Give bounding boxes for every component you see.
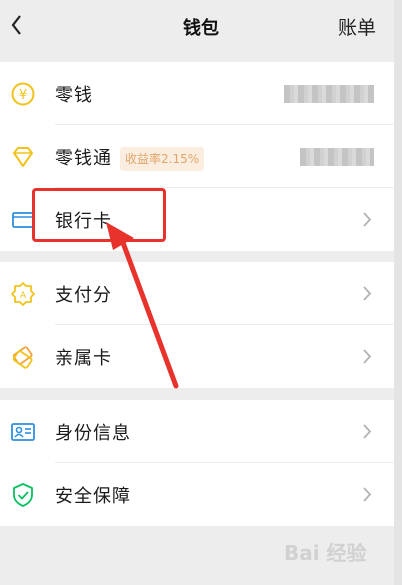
yield-badge: 收益率2.15% (120, 147, 205, 171)
chevron-right-icon (363, 286, 372, 301)
shield-check-icon (13, 483, 33, 507)
chevron-right-icon (363, 424, 372, 439)
svg-text:A: A (20, 291, 27, 301)
row-label: 零钱通 (55, 148, 112, 169)
nav-bar: 钱包 账单 (0, 0, 402, 52)
row-change[interactable]: ¥ 零钱 (0, 62, 394, 125)
row-label: 亲属卡 (55, 348, 112, 369)
row-identity[interactable]: 身份信息 (0, 400, 394, 463)
edge-strip (394, 0, 402, 585)
bill-link[interactable]: 账单 (338, 13, 376, 40)
row-pay-score[interactable]: A 支付分 (0, 262, 394, 325)
row-label: 零钱 (55, 85, 93, 106)
highlight-box (32, 188, 166, 242)
row-family-card[interactable]: 亲属卡 (0, 325, 394, 388)
chevron-right-icon (363, 349, 372, 364)
row-change-plus[interactable]: 零钱通 收益率2.15% (0, 125, 394, 188)
chevron-right-icon (363, 212, 372, 227)
account-group: 身份信息 安全保障 (0, 400, 394, 526)
row-security[interactable]: 安全保障 (0, 463, 394, 526)
yen-coin-icon: ¥ (11, 82, 35, 106)
score-badge-icon: A (11, 282, 35, 306)
blurred-amount (284, 85, 374, 103)
services-group: A 支付分 亲属卡 (0, 262, 394, 388)
family-card-icon (12, 346, 33, 369)
row-label: 身份信息 (55, 423, 131, 444)
chevron-right-icon (363, 487, 372, 502)
watermark-logo: Bai 经验 (284, 541, 367, 565)
diamond-icon (13, 147, 33, 167)
id-card-icon (11, 423, 35, 441)
svg-text:¥: ¥ (19, 88, 27, 103)
row-label: 安全保障 (55, 486, 131, 507)
blurred-amount (300, 148, 374, 166)
row-label: 支付分 (55, 285, 112, 306)
